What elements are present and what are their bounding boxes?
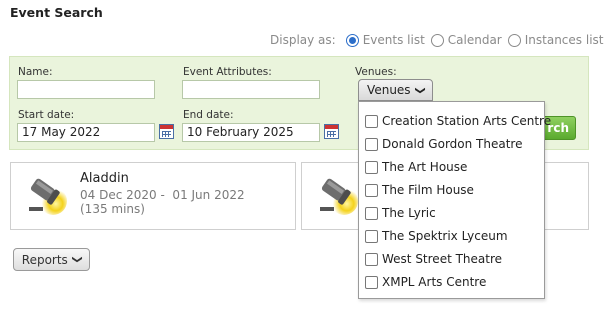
display-as-label: Display as: bbox=[270, 33, 336, 47]
event-attributes-input[interactable] bbox=[182, 80, 320, 99]
radio-dot-icon bbox=[345, 33, 359, 47]
venue-option[interactable]: The Art House bbox=[365, 160, 467, 174]
start-date-input[interactable]: 17 May 2022 bbox=[17, 123, 155, 142]
radio-calendar[interactable]: Calendar bbox=[430, 33, 502, 47]
end-date-input[interactable]: 10 February 2025 bbox=[182, 123, 320, 142]
display-as-group: Display as: Events list Calendar Instanc… bbox=[270, 33, 603, 47]
venue-option[interactable]: Donald Gordon Theatre bbox=[365, 137, 522, 151]
venue-option-label: Donald Gordon Theatre bbox=[382, 137, 523, 151]
venues-dropdown-list: Creation Station Arts Centre Donald Gord… bbox=[358, 101, 551, 299]
checkbox-icon[interactable] bbox=[365, 114, 378, 128]
venue-option-label: The Art House bbox=[382, 160, 468, 174]
event-title[interactable]: Aladdin bbox=[80, 171, 129, 186]
chevron-down-icon: ❯ bbox=[414, 85, 426, 95]
reports-button-label: Reports bbox=[21, 252, 68, 267]
calendar-icon[interactable] bbox=[159, 124, 174, 139]
venue-option-label: The Spektrix Lyceum bbox=[382, 229, 508, 243]
checkbox-icon[interactable] bbox=[365, 252, 378, 266]
venue-option[interactable]: The Film House bbox=[365, 183, 474, 197]
venue-option[interactable]: Creation Station Arts Centre bbox=[365, 114, 551, 128]
reports-button[interactable]: Reports ❯ bbox=[13, 248, 90, 271]
radio-instances-list-label: Instances list bbox=[524, 33, 604, 47]
event-card[interactable]: Aladdin 04 Dec 2020 - 01 Jun 2022 (135 m… bbox=[10, 162, 296, 230]
radio-events-list-label: Events list bbox=[362, 33, 425, 47]
venues-button-label: Venues bbox=[367, 83, 411, 97]
radio-events-list[interactable]: Events list bbox=[345, 33, 425, 47]
start-date-label: Start date: bbox=[18, 109, 75, 121]
venue-option[interactable]: West Street Theatre bbox=[365, 252, 502, 266]
venues-dropdown-button[interactable]: Venues ❯ bbox=[358, 79, 433, 101]
radio-instances-list[interactable]: Instances list bbox=[507, 33, 604, 47]
checkbox-icon[interactable] bbox=[365, 206, 378, 220]
checkbox-icon[interactable] bbox=[365, 137, 378, 151]
event-attributes-label: Event Attributes: bbox=[183, 66, 272, 78]
venue-option[interactable]: The Lyric bbox=[365, 206, 436, 220]
checkbox-icon[interactable] bbox=[365, 229, 378, 243]
checkbox-icon[interactable] bbox=[365, 275, 378, 289]
name-label: Name: bbox=[18, 66, 53, 78]
event-duration: (135 mins) bbox=[80, 202, 145, 216]
venue-option-label: West Street Theatre bbox=[382, 252, 503, 266]
checkbox-icon[interactable] bbox=[365, 160, 378, 174]
radio-dot-icon bbox=[507, 33, 521, 47]
calendar-icon[interactable] bbox=[324, 124, 339, 139]
chevron-down-icon: ❯ bbox=[71, 255, 83, 264]
venue-option-label: The Film House bbox=[382, 183, 474, 197]
spotlight-icon bbox=[320, 178, 358, 215]
venue-option[interactable]: The Spektrix Lyceum bbox=[365, 229, 508, 243]
venues-label: Venues: bbox=[355, 66, 397, 78]
page-title: Event Search bbox=[10, 5, 103, 20]
venue-option-label: XMPL Arts Centre bbox=[382, 275, 487, 289]
radio-dot-icon bbox=[430, 33, 444, 47]
venue-option-label: The Lyric bbox=[382, 206, 436, 220]
venue-option-label: Creation Station Arts Centre bbox=[382, 114, 552, 128]
spotlight-icon bbox=[29, 178, 67, 215]
checkbox-icon[interactable] bbox=[365, 183, 378, 197]
venue-option[interactable]: XMPL Arts Centre bbox=[365, 275, 486, 289]
radio-calendar-label: Calendar bbox=[447, 33, 502, 47]
end-date-label: End date: bbox=[183, 109, 234, 121]
event-dates: 04 Dec 2020 - 01 Jun 2022 bbox=[80, 188, 245, 202]
name-input[interactable] bbox=[17, 80, 155, 99]
